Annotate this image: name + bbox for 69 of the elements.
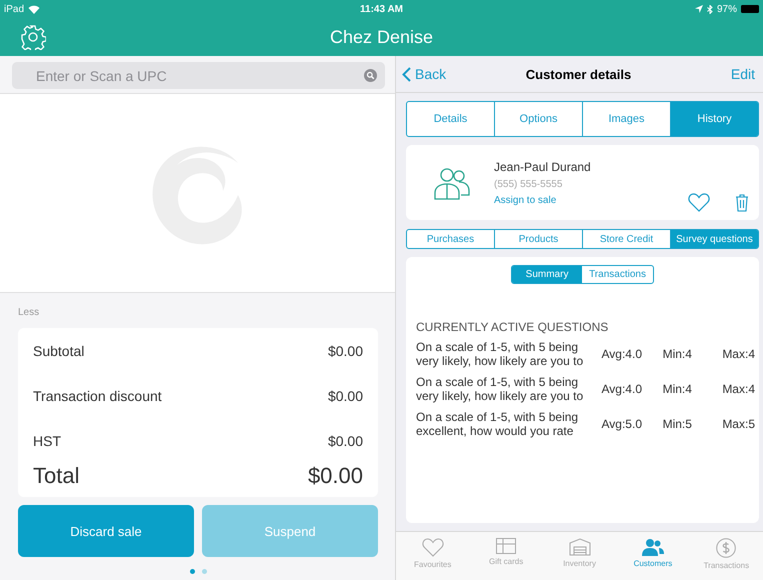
question-maximum: Max:5 [721,417,755,431]
chevron-left-icon [402,66,411,82]
line-amount: $0.00 [328,388,363,404]
back-link[interactable]: Back [402,66,462,82]
store-title: Chez Denise [330,26,434,48]
question-maximum: Max:4 [721,347,755,361]
trash-icon[interactable] [735,194,749,212]
question-minimum: Min:4 [662,382,693,396]
tab[interactable]: Details [407,102,494,136]
tab-bar-label: Customers [634,559,672,568]
line-label: Transaction discount [33,388,162,404]
edit-link[interactable]: Edit [694,66,755,82]
tab-bar-label: Transactions [704,561,750,570]
dollar-icon [716,538,736,558]
tab[interactable]: Options [494,102,582,136]
settings-icon[interactable] [20,24,46,50]
subsection-tab[interactable]: Products [494,230,582,248]
question-average: Avg:4.0 [600,347,643,361]
gift-card-icon [496,538,516,554]
tab-bar-label: Favourites [414,560,452,569]
question-minimum: Min:4 [662,347,693,361]
search-icon [364,69,377,82]
device-label: iPad [4,4,24,14]
question-minimum: Min:5 [662,417,693,431]
page-dot[interactable] [202,569,206,574]
line-label: HST [33,432,61,448]
customer-phone: (555) 555-5555 [494,178,564,190]
warehouse-icon [568,538,591,556]
search-bar[interactable]: Enter or Scan a UPC [12,62,385,89]
tab-bar-item[interactable]: Gift cards [469,532,543,566]
tab[interactable]: History [670,102,758,136]
subsection-tab[interactable]: Purchases [407,230,494,248]
battery-icon [741,5,760,13]
question-text: On a scale of 1-5, with 5 being very likely, how likely are you to [416,340,584,368]
bluetooth-icon [707,4,713,14]
tab-bar-label: Gift cards [488,557,524,566]
upc-search-field[interactable]: Enter or Scan a UPC [34,66,364,84]
questions-heading: CURRENTLY ACTIVE QUESTIONS [416,320,610,334]
sale-button[interactable]: Discard sale [18,505,194,557]
line-amount: $0.00 [328,342,363,358]
line-amount: $0.00 [328,432,363,448]
question-maximum: Max:4 [721,382,755,396]
page-title: Customer details [526,66,632,82]
question-text: On a scale of 1-5, with 5 being excellent, how would you rate [416,410,580,438]
assign-to-sale-link[interactable]: Assign to sale [494,194,591,206]
heart-icon [422,538,444,557]
location-icon [695,5,703,13]
question-text: On a scale of 1-5, with 5 being very likely, how likely are you to [416,375,584,403]
customer-name: Jean-Paul Durand [494,160,591,174]
tab-bar-item[interactable]: Favourites [396,532,470,569]
tab-bar-item[interactable]: Customers [616,532,690,568]
battery-percent: 97% [717,4,738,14]
line-amount: $0.00 [308,463,363,489]
line-label: Total [33,463,80,489]
tab-bar-item[interactable]: Inventory [542,532,616,568]
clock: 11:43 AM [360,4,403,14]
question-average: Avg:4.0 [600,382,643,396]
view-toggle[interactable]: Transactions [582,266,653,283]
question-average: Avg:5.0 [600,417,643,431]
section-label: Less [18,306,40,320]
tab-bar-label: Inventory [563,559,596,568]
heart-icon[interactable] [688,193,710,212]
page-dot[interactable] [190,569,194,574]
wifi-icon [28,4,40,14]
subsection-tab[interactable]: Survey questions [670,230,758,248]
line-label: Subtotal [33,342,84,358]
view-toggle[interactable]: Summary [512,266,582,283]
people-icon [642,538,664,556]
tab-bar-item[interactable]: Transactions [690,532,763,570]
